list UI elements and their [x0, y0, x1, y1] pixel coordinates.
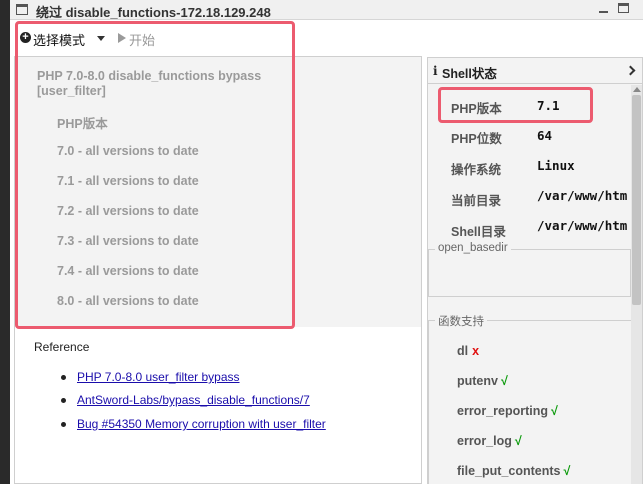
window-icon — [16, 4, 28, 15]
reference-title: Reference — [34, 340, 90, 354]
open-basedir-label: open_basedir — [435, 242, 511, 254]
info-key: 操作系统 — [451, 163, 502, 177]
function-item: file_put_contents √ — [457, 464, 570, 478]
php-version-highlight-box — [438, 87, 593, 123]
background-terminal-edge — [0, 0, 10, 484]
info-value: /var/www/htm — [537, 218, 628, 233]
reference-link[interactable]: Bug #54350 Memory corruption with user_f… — [77, 417, 326, 431]
scroll-up-icon[interactable] — [633, 87, 641, 92]
function-name: error_reporting — [457, 404, 548, 418]
mode-highlight-box — [15, 21, 295, 329]
function-name: putenv — [457, 374, 498, 388]
info-value: 64 — [537, 128, 553, 143]
function-support-label: 函数支持 — [435, 313, 487, 329]
bullet — [61, 398, 66, 403]
minimize-icon[interactable] — [599, 4, 608, 13]
bullet — [61, 422, 66, 427]
info-value: Linux — [537, 158, 575, 173]
supported-icon: √ — [500, 374, 508, 388]
supported-icon: √ — [563, 464, 571, 478]
function-item: error_reporting √ — [457, 404, 558, 418]
function-item: dl x — [457, 344, 479, 358]
open-basedir-group: open_basedir — [428, 242, 631, 297]
shell-status-title: Shell状态 — [442, 67, 497, 81]
info-value: /var/www/htm — [537, 188, 628, 203]
function-item: error_log √ — [457, 434, 522, 448]
function-name: file_put_contents — [457, 464, 561, 478]
reference-link[interactable]: PHP 7.0-8.0 user_filter bypass — [77, 370, 240, 384]
function-name: dl — [457, 344, 469, 358]
reference-link[interactable]: AntSword-Labs/bypass_disable_functions/7 — [77, 393, 310, 407]
maximize-icon[interactable] — [618, 3, 629, 13]
scrollbar[interactable] — [631, 85, 642, 484]
info-key: 当前目录 — [451, 194, 502, 208]
unsupported-icon: x — [472, 344, 480, 358]
shell-status-header[interactable]: i Shell状态 — [428, 58, 642, 84]
supported-icon: √ — [514, 434, 522, 448]
shell-status-body: PHP版本 7.1 PHP位数 64 操作系统 Linux 当前目录 /var/… — [428, 85, 642, 484]
bullet — [61, 375, 66, 380]
title-bar[interactable]: 绕过 disable_functions-172.18.129.248 — [10, 0, 643, 20]
function-support-group: 函数支持 dl x putenv √ error_reporting √ error_… — [428, 313, 631, 484]
info-icon: i — [433, 64, 438, 78]
chevron-right-icon[interactable] — [625, 65, 636, 76]
window-title: 绕过 disable_functions-172.18.129.248 — [36, 5, 271, 20]
function-item: putenv √ — [457, 374, 508, 388]
bypass-window: 绕过 disable_functions-172.18.129.248 + 选择… — [10, 0, 643, 484]
supported-icon: √ — [551, 404, 558, 418]
function-name: error_log — [457, 434, 512, 448]
info-key: Shell目录 — [451, 225, 506, 239]
scroll-thumb[interactable] — [632, 95, 641, 305]
info-key: PHP位数 — [451, 132, 502, 146]
